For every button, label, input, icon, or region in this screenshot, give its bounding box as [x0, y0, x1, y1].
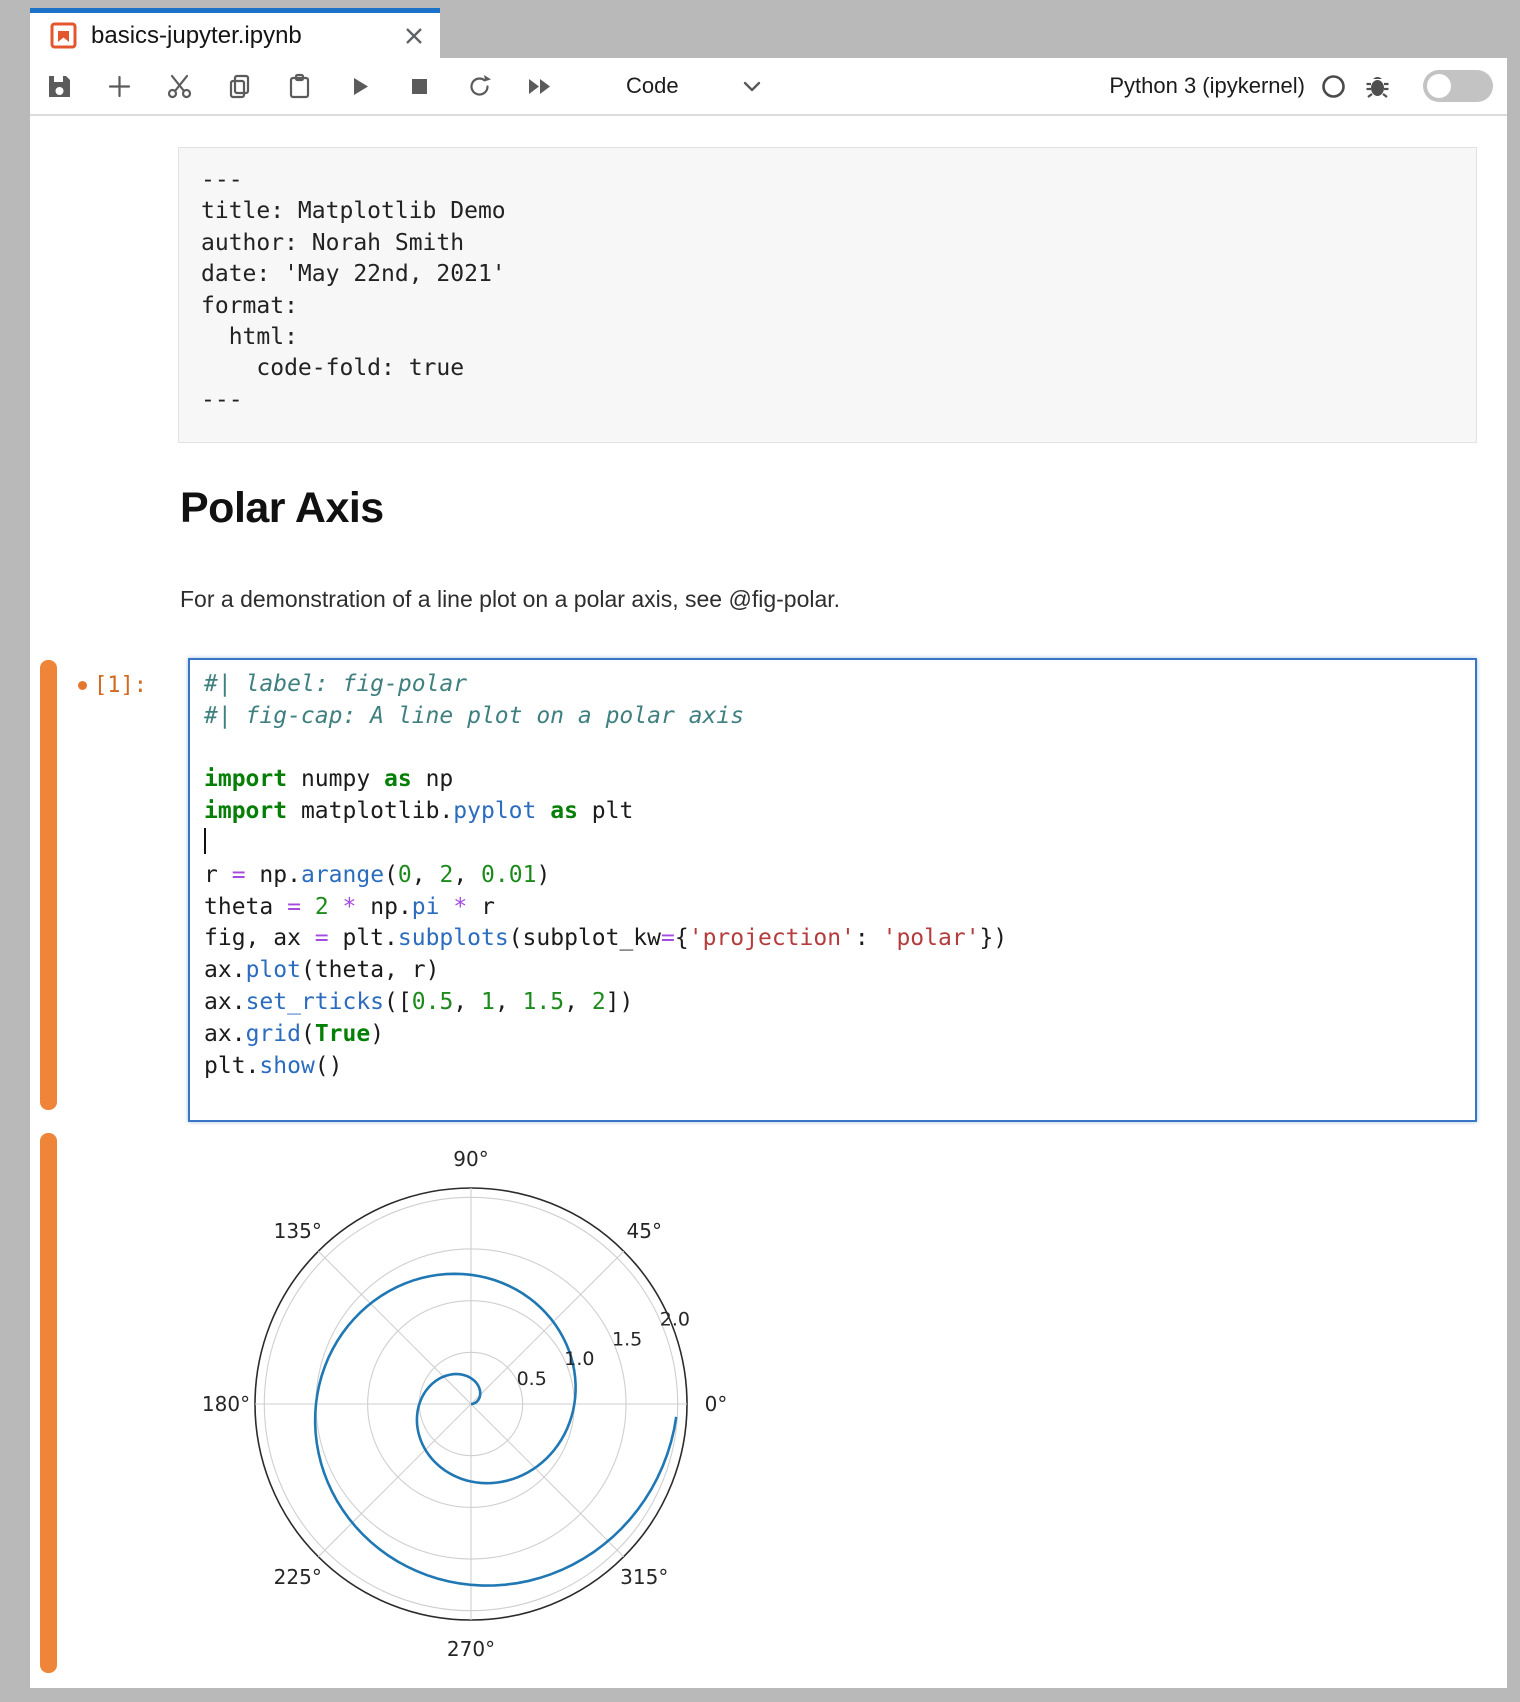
- svg-text:270°: 270°: [447, 1637, 495, 1661]
- svg-text:1.0: 1.0: [564, 1348, 594, 1370]
- execution-dot-icon: [78, 681, 87, 690]
- code-line: #| label: fig-polar: [204, 669, 1461, 701]
- code-line: ax.grid(True): [204, 1019, 1461, 1051]
- toggle-knob: [1427, 74, 1451, 98]
- code-line: plt.show(): [204, 1051, 1461, 1083]
- close-icon[interactable]: [402, 24, 426, 48]
- polar-plot-output: 0° 45° 90° 135° 180° 225° 270° 315° 0.5 1.0 1.5 2.0: [191, 1124, 751, 1684]
- debugger-bug-icon[interactable]: [1364, 73, 1391, 100]
- code-line: theta = 2 * np.pi * r: [204, 892, 1461, 924]
- output-cell-indicator-bar[interactable]: [40, 1133, 57, 1673]
- stop-button[interactable]: [406, 73, 433, 100]
- chevron-down-icon[interactable]: [741, 75, 763, 97]
- markdown-paragraph: For a demonstration of a line plot on a …: [180, 586, 840, 613]
- tab-title: basics-jupyter.ipynb: [91, 22, 402, 50]
- code-line: [204, 828, 1461, 860]
- svg-text:45°: 45°: [627, 1219, 662, 1243]
- yaml-text: --- title: Matplotlib Demo author: Norah…: [201, 165, 1454, 416]
- svg-text:225°: 225°: [274, 1565, 322, 1589]
- insert-cell-button[interactable]: [106, 73, 133, 100]
- notebook-tab[interactable]: basics-jupyter.ipynb: [30, 8, 440, 58]
- svg-text:90°: 90°: [453, 1147, 488, 1171]
- svg-text:1.5: 1.5: [612, 1328, 642, 1350]
- notebook-content: --- title: Matplotlib Demo author: Norah…: [30, 116, 1507, 1688]
- cut-button[interactable]: [166, 73, 193, 100]
- svg-text:180°: 180°: [202, 1392, 250, 1416]
- code-line: ax.plot(theta, r): [204, 955, 1461, 987]
- svg-text:135°: 135°: [274, 1219, 322, 1243]
- code-line: import matplotlib.pyplot as plt: [204, 796, 1461, 828]
- code-line: fig, ax = plt.subplots(subplot_kw={'proj…: [204, 923, 1461, 955]
- jupyterlab-window: basics-jupyter.ipynb: [0, 0, 1520, 1702]
- save-button[interactable]: [46, 73, 73, 100]
- paste-button[interactable]: [286, 73, 313, 100]
- svg-text:315°: 315°: [620, 1565, 668, 1589]
- markdown-heading: Polar Axis: [180, 484, 384, 533]
- kernel-name[interactable]: Python 3 (ipykernel): [1109, 73, 1305, 99]
- text-cursor: [204, 828, 206, 854]
- notebook-toolbar: Code Python 3 (ipykernel): [30, 58, 1507, 116]
- copy-button[interactable]: [226, 73, 253, 100]
- svg-text:0.5: 0.5: [517, 1368, 547, 1390]
- yaml-frontmatter-cell[interactable]: --- title: Matplotlib Demo author: Norah…: [178, 147, 1477, 443]
- notebook-file-icon: [50, 22, 77, 49]
- execution-count: [1]:: [94, 673, 147, 698]
- kernel-status-icon: [1321, 74, 1346, 99]
- run-all-button[interactable]: [526, 73, 553, 100]
- cell-type-dropdown[interactable]: Code: [626, 73, 679, 99]
- svg-text:2.0: 2.0: [660, 1309, 690, 1331]
- simple-interface-toggle[interactable]: [1423, 70, 1493, 102]
- code-line: import numpy as np: [204, 764, 1461, 796]
- run-button[interactable]: [346, 73, 373, 100]
- code-line: ax.set_rticks([0.5, 1, 1.5, 2]): [204, 987, 1461, 1019]
- svg-text:0°: 0°: [705, 1392, 728, 1416]
- code-line: [204, 733, 1461, 765]
- restart-kernel-button[interactable]: [466, 73, 493, 100]
- code-cell-editor[interactable]: #| label: fig-polar#| fig-cap: A line pl…: [188, 658, 1477, 1122]
- code-line: #| fig-cap: A line plot on a polar axis: [204, 701, 1461, 733]
- code-line: r = np.arange(0, 2, 0.01): [204, 860, 1461, 892]
- polar-chart: 0° 45° 90° 135° 180° 225° 270° 315° 0.5 1.0 1.5 2.0: [191, 1124, 751, 1684]
- execution-prompt: [1]:: [78, 673, 147, 698]
- code-cell-indicator-bar[interactable]: [40, 660, 57, 1110]
